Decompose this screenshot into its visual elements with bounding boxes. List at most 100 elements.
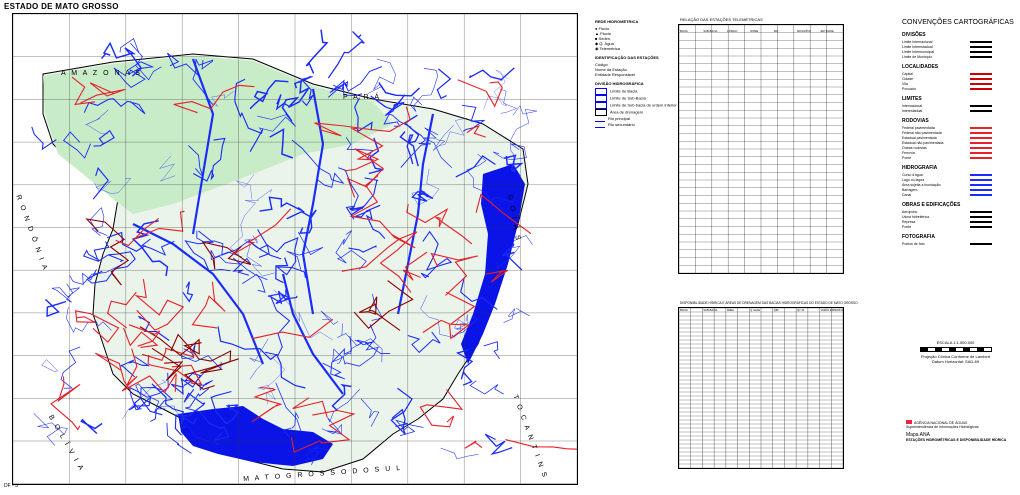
- convention-item: Cidade: [902, 77, 914, 81]
- table-header: CÓDIGO: [727, 28, 738, 33]
- map-canvas[interactable]: [13, 14, 577, 484]
- table-header: VAZÃO ESPECÍFICA: [821, 308, 843, 312]
- convention-item: Capital: [902, 72, 913, 76]
- convention-item: Ferrovia: [902, 151, 915, 155]
- datum-text: Datum Horizontal: SAD-69: [931, 359, 980, 364]
- legend-item-label: Telemétrica: [599, 46, 620, 51]
- convention-symbol: [970, 105, 992, 107]
- map-title: ESTADO DE MATO GROSSO: [4, 2, 119, 11]
- convention-section-title: LIMITES: [902, 96, 922, 102]
- convention-item: Represa: [902, 220, 916, 224]
- basin-item: Limite de Sub-Bacia: [595, 95, 685, 102]
- table-header: RIO: [774, 29, 779, 33]
- table-header: SUB-BACIA: [703, 308, 717, 312]
- convention-item: Vila: [902, 82, 908, 86]
- basin-item-label: Limite de Sub-Bacia: [610, 95, 646, 101]
- convention-symbol: [970, 221, 992, 223]
- convention-item: Interestadual: [902, 109, 923, 113]
- convention-item: Limite Intermunicipal: [902, 50, 935, 54]
- station-table-title: RELAÇÃO DAS ESTAÇÕES TELEMÉTRICAS: [680, 17, 763, 22]
- convention-section-title: RODOVIAS: [902, 118, 929, 124]
- table-header: ÁREA: [727, 308, 734, 312]
- convention-item: Outras rodovias: [902, 146, 927, 150]
- station-table: BACIA SUB-BACIA CÓDIGO NOME RIO MUNICÍPIO ENTI…: [678, 24, 844, 274]
- basin-item-label: Área de drenagem: [610, 109, 644, 115]
- convention-symbol: [970, 41, 992, 43]
- convention-symbol: [970, 142, 992, 144]
- scale-text: ESCALA 1:1.500.000: [936, 340, 975, 345]
- agency-subtitle: Superintendência de Informações Hidrológ…: [906, 425, 979, 429]
- basin-item: Limite de Bacia: [595, 88, 685, 95]
- convention-item: Federal pavimentada: [902, 126, 935, 130]
- convention-symbol: [970, 137, 992, 139]
- availability-table-grid: BACIA SUB-BACIA ÁREA Q média Q95 Q7,10 VAZÃO E…: [679, 308, 843, 468]
- hydrometric-heading: REDE HIDROMÉTRICA: [595, 19, 639, 24]
- convention-symbol: [970, 88, 992, 90]
- footer-block: AGÊNCIA NACIONAL DE ÁGUAS Superintendênc…: [906, 420, 1016, 442]
- convention-symbol: [970, 56, 992, 58]
- convention-item: Federal não pavimentada: [902, 131, 942, 135]
- availability-table: BACIA SUB-BACIA ÁREA Q média Q95 Q7,10 VAZÃO E…: [678, 307, 844, 469]
- legend-item-telemetric: ◉ Telemétrica: [595, 46, 620, 51]
- conventions-title: CONVENÇÕES CARTOGRÁFICAS: [902, 19, 1014, 26]
- station-table-grid: BACIA SUB-BACIA CÓDIGO NOME RIO MUNICÍPIO ENTI…: [679, 25, 843, 273]
- convention-symbol: [970, 110, 992, 112]
- convention-item: Ponte: [902, 156, 912, 160]
- convention-symbol: [970, 152, 992, 154]
- convention-symbol: [970, 179, 992, 181]
- basin-item-label: Limite de Sub-bacia de ordem inferior: [610, 102, 677, 108]
- convention-item: Limite de Município: [902, 55, 933, 59]
- region-label: P A R Á: [343, 94, 381, 101]
- basin-item-label: Rio principal: [608, 116, 631, 122]
- convention-item: Aeroporto: [902, 210, 918, 214]
- region-label: A M A Z O N A S: [61, 70, 142, 77]
- availability-table-title: DISPONIBILIDADE HÍDRICA E ÁREAS DE DRENA…: [680, 301, 858, 305]
- convention-item: Área sujeita a inundação: [902, 183, 941, 187]
- convention-item: Limite Internacional: [902, 40, 933, 44]
- convention-section-title: LOCALIDADES: [902, 64, 939, 70]
- basin-item-label: Rio secundário: [608, 122, 635, 128]
- basin-item: Limite de Sub-bacia de ordem inferior: [595, 102, 685, 109]
- convention-symbol: [970, 73, 992, 75]
- scale-bar: [919, 347, 992, 352]
- convention-item: Estadual não pavimentada: [902, 141, 944, 145]
- table-header: Q média: [750, 308, 760, 312]
- convention-symbol: [970, 132, 992, 134]
- convention-symbol: [970, 127, 992, 129]
- convention-symbol: [970, 157, 992, 159]
- convention-symbol: [970, 78, 992, 80]
- convention-symbol: [970, 46, 992, 48]
- basin-heading: DIVISÃO HIDROGRÁFICA: [595, 81, 644, 86]
- convention-section-title: HIDROGRAFIA: [902, 165, 938, 171]
- convention-section-title: DIVISÕES: [902, 32, 926, 38]
- convention-item: Canal: [902, 193, 912, 197]
- table-header: Q7,10: [797, 308, 805, 312]
- convention-item: Pontos de foto: [902, 242, 925, 246]
- convention-symbol: [970, 194, 992, 196]
- convention-symbol: [970, 174, 992, 176]
- convention-item: Povoado: [902, 87, 916, 91]
- convention-item: Usina hidrelétrica: [902, 215, 930, 219]
- table-header: Q95: [774, 308, 779, 312]
- convention-symbol: [970, 226, 992, 228]
- convention-symbol: [970, 243, 992, 245]
- convention-item: Barragem: [902, 188, 918, 192]
- convention-symbol: [970, 51, 992, 53]
- scale-block: ESCALA 1:1.500.000 Projeção Cônica Confo…: [918, 340, 993, 364]
- basin-item: Área de drenagem: [595, 109, 685, 116]
- convention-section-title: OBRAS E EDIFICAÇÕES: [902, 202, 961, 208]
- convention-symbol: [970, 211, 992, 213]
- table-header: SUB-BACIA: [703, 29, 717, 33]
- sheet-title: ESTAÇÕES HIDROMÉTRICAS E DISPONIBILIDADE…: [906, 438, 1007, 442]
- flag-icon: [906, 420, 912, 424]
- table-header: NOME: [750, 29, 758, 33]
- convention-symbol: [970, 184, 992, 186]
- convention-section-title: FOTOGRAFIA: [902, 234, 935, 240]
- map-frame[interactable]: A M A Z O N A SP A R ÁM A T O G R O S S …: [12, 13, 578, 485]
- identification-heading: IDENTIFICAÇÃO DAS ESTAÇÕES: [595, 55, 659, 60]
- convention-symbol: [970, 189, 992, 191]
- convention-item: Curso d'água: [902, 173, 923, 177]
- convention-item: Limite Interestadual: [902, 45, 933, 49]
- basin-item-label: Limite de Bacia: [610, 88, 638, 94]
- convention-item: Lago ou lagoa: [902, 178, 925, 182]
